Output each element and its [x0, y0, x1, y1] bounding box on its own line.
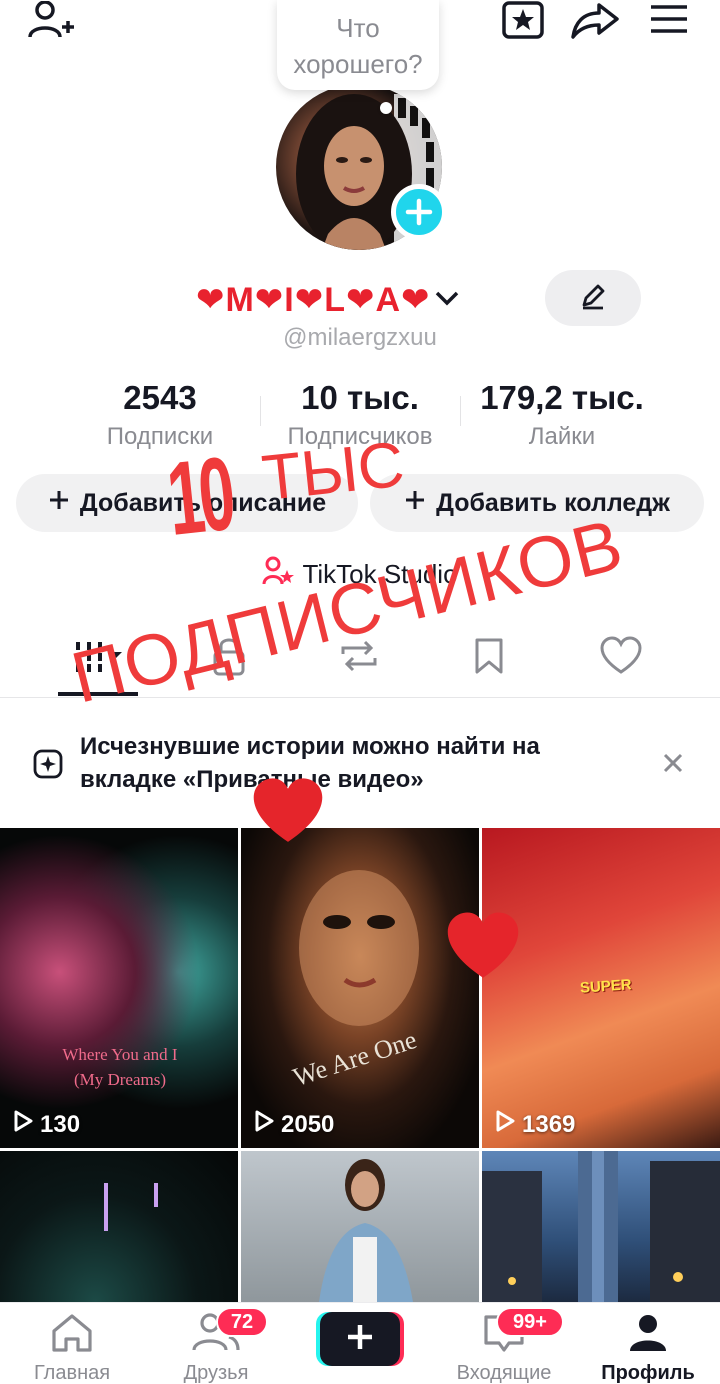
video-tile[interactable]: SUPER 1369	[482, 828, 720, 1148]
stat-label: Подписки	[106, 423, 214, 450]
chevron-down-icon	[433, 288, 461, 313]
videos-grid-icon	[68, 636, 130, 681]
create-button[interactable]	[316, 1312, 404, 1366]
view-count-value: 2050	[281, 1110, 335, 1138]
share-icon[interactable]	[570, 0, 620, 42]
bookmark-icon	[471, 636, 507, 681]
play-icon	[253, 1109, 275, 1140]
nav-label: Входящие	[456, 1362, 552, 1384]
stat-following[interactable]: 2543 Подписки	[50, 378, 270, 454]
lock-icon	[211, 636, 247, 681]
sparkle-box-icon	[32, 748, 64, 785]
nickname-row[interactable]: ❤M❤I❤L❤A❤	[196, 278, 461, 322]
stat-value: 10 тыс.	[301, 379, 419, 416]
video-tile[interactable]	[0, 1151, 238, 1302]
stat-likes[interactable]: 179,2 тыс. Лайки	[452, 378, 672, 454]
pencil-icon	[579, 282, 607, 315]
add-description-button[interactable]: Добавить описание	[16, 474, 358, 532]
heart-outline-icon	[600, 635, 642, 681]
create-button-face	[320, 1312, 400, 1366]
view-count: 1369	[494, 1109, 575, 1140]
heart-sticker-icon	[252, 776, 324, 851]
bubble-tail-dot	[380, 102, 392, 114]
notice-text: Исчезнувшие истории можно найти на вклад…	[80, 733, 540, 793]
add-description-label: Добавить описание	[79, 488, 327, 517]
light-streak	[154, 1183, 158, 1207]
stat-label: Лайки	[528, 423, 596, 450]
video-tile[interactable]	[482, 1151, 720, 1302]
creator-calendar-icon[interactable]	[498, 0, 548, 42]
video-tile[interactable]: Where You and I (My Dreams) 130	[0, 828, 238, 1148]
home-icon	[49, 1313, 95, 1358]
video-tile[interactable]: We Are One 2050	[241, 828, 479, 1148]
username: @milaergzxuu	[283, 324, 437, 351]
stat-label: Подписчиков	[287, 423, 433, 450]
status-bubble-text: Что хорошего?	[293, 13, 423, 79]
stat-followers[interactable]: 10 тыс. Подписчиков	[250, 378, 470, 454]
profile-icon	[625, 1313, 671, 1358]
view-count: 2050	[253, 1109, 334, 1140]
edit-profile-button[interactable]	[545, 270, 641, 326]
nav-label: Друзья	[183, 1362, 249, 1384]
tiktok-studio-link[interactable]: TikTok Studio	[0, 556, 720, 593]
nav-home[interactable]: Главная	[0, 1303, 144, 1384]
plus-icon	[48, 489, 70, 518]
friends-badge: 72	[216, 1307, 268, 1337]
nickname: ❤M❤I❤L❤A❤	[196, 281, 431, 319]
nav-label: Профиль	[601, 1362, 695, 1384]
stat-value: 2543	[123, 379, 197, 416]
play-icon	[494, 1109, 516, 1140]
profile-tabs	[0, 620, 720, 698]
plus-icon	[345, 1322, 375, 1357]
play-icon	[12, 1109, 34, 1140]
video-tile[interactable]	[241, 1151, 479, 1302]
video-caption: SUPER	[579, 976, 633, 997]
add-college-button[interactable]: Добавить колледж	[370, 474, 704, 532]
tab-videos[interactable]	[34, 620, 164, 696]
status-bubble[interactable]: Что хорошего?	[277, 0, 439, 90]
add-story-button[interactable]	[391, 184, 447, 240]
tab-reposts[interactable]	[294, 620, 424, 696]
tab-private[interactable]	[164, 620, 294, 696]
view-count-value: 130	[40, 1110, 81, 1138]
active-tab-indicator	[58, 692, 138, 696]
view-count-value: 1369	[522, 1110, 576, 1138]
view-count: 130	[12, 1109, 80, 1140]
menu-icon[interactable]	[644, 0, 694, 42]
stat-value: 179,2 тыс.	[480, 379, 644, 416]
nav-label: Главная	[33, 1362, 111, 1384]
studio-label: TikTok Studio	[302, 559, 458, 589]
nav-profile[interactable]: Профиль	[576, 1303, 720, 1384]
close-icon[interactable]	[660, 750, 686, 781]
add-friend-icon[interactable]	[26, 0, 76, 42]
inbox-badge: 99+	[496, 1307, 564, 1337]
add-college-label: Добавить колледж	[436, 488, 670, 517]
repost-icon	[337, 636, 381, 681]
video-caption: Where You and I (My Dreams)	[62, 1045, 178, 1089]
plus-icon	[404, 489, 426, 518]
studio-icon	[262, 556, 295, 593]
light-streak	[104, 1183, 108, 1231]
tab-liked[interactable]	[556, 620, 686, 696]
heart-sticker-icon	[446, 910, 520, 987]
tab-saved[interactable]	[424, 620, 554, 696]
